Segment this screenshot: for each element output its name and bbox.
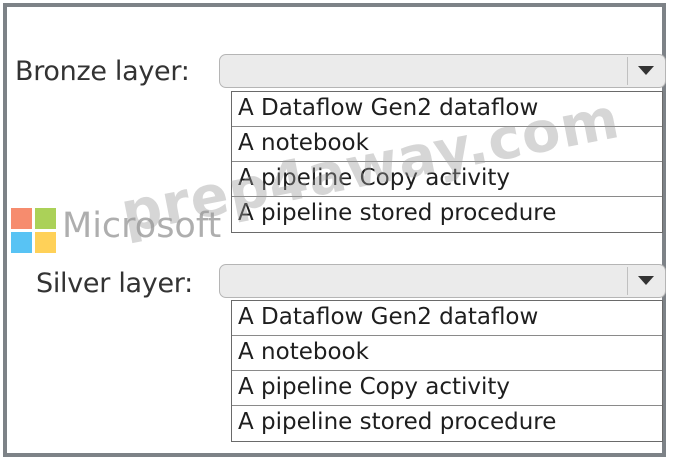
caret-down-icon <box>638 66 654 75</box>
silver-dropdown-button[interactable] <box>627 267 663 295</box>
silver-layer-label: Silver layer: <box>36 268 193 299</box>
microsoft-logo-icon <box>11 208 57 254</box>
silver-options-list: A Dataflow Gen2 dataflow A notebook A pi… <box>231 300 663 442</box>
silver-layer-dropdown[interactable] <box>219 264 666 298</box>
silver-option-dataflow[interactable]: A Dataflow Gen2 dataflow <box>232 301 662 336</box>
logo-square-red <box>11 208 32 229</box>
bronze-layer-label: Bronze layer: <box>15 56 190 87</box>
bronze-layer-dropdown[interactable] <box>219 54 666 88</box>
logo-square-yellow <box>35 232 56 253</box>
caret-down-icon <box>638 276 654 285</box>
logo-square-blue <box>11 232 32 253</box>
silver-option-notebook[interactable]: A notebook <box>232 336 662 371</box>
logo-square-green <box>35 208 56 229</box>
silver-option-stored-procedure[interactable]: A pipeline stored procedure <box>232 406 662 441</box>
bronze-dropdown-button[interactable] <box>627 57 663 85</box>
silver-option-copy-activity[interactable]: A pipeline Copy activity <box>232 371 662 406</box>
